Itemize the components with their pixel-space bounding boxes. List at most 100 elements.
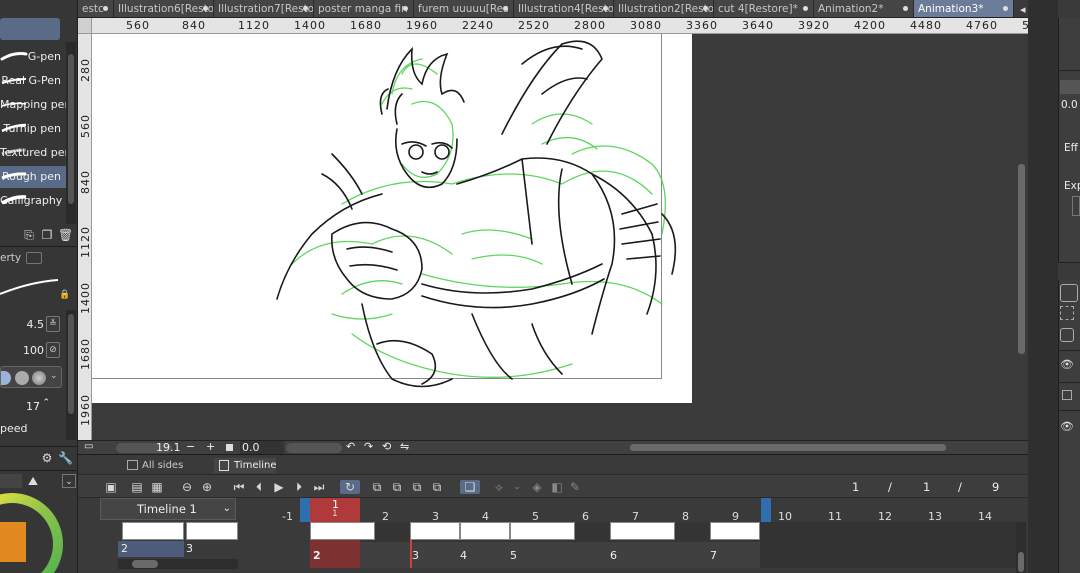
pressure-icon[interactable]: ≚ [46,316,60,332]
brush-shape-selector[interactable]: ⌄ [0,366,62,388]
layer-list-scrollbar[interactable] [118,559,238,569]
end-frame-marker[interactable] [761,498,771,522]
keyframe-edit-icon[interactable]: ◈ [530,480,544,494]
chevron-down-icon[interactable]: ⌄ [62,474,76,488]
timeline-name-select[interactable]: Timeline 1 ⌄ [100,498,236,520]
keyframe-icon[interactable]: ⟡ [492,480,506,494]
rotate-right-icon[interactable]: ↷ [364,440,373,453]
sub-tool-header[interactable] [0,18,60,40]
cel-thumbnail[interactable] [310,522,375,540]
new-cel-icon[interactable]: ⧉ [370,480,384,494]
opacity-value[interactable]: 100 [23,344,44,357]
tool-property-scrollbar[interactable] [66,310,76,440]
angle-value[interactable]: 0.0 [240,441,284,454]
loop-icon[interactable]: ↻ [340,480,360,494]
navigator-thumb[interactable] [1060,80,1080,94]
fill-icon[interactable]: ◧ [550,480,564,494]
color-tab[interactable] [0,474,22,488]
mask-icon[interactable] [1060,306,1074,320]
brush-size-value[interactable]: 4.5 [27,318,45,331]
duplicate-icon[interactable]: ⎘ [22,228,36,242]
tab-estc[interactable]: estc [78,0,114,17]
brush-shape-icon[interactable] [15,371,29,385]
cel-icon[interactable]: ⧉ [430,480,444,494]
frame-ruler[interactable]: -1 1 1 2 3 4 5 6 7 8 9 10 11 12 13 14 [240,498,1026,523]
first-frame-icon[interactable]: ⏮ [232,480,246,494]
fit-icon[interactable] [226,444,233,451]
canvas-horizontal-scrollbar[interactable] [630,444,946,451]
tab-animation2[interactable]: Animation2* [814,0,914,17]
zoom-in-icon[interactable]: + [206,440,215,453]
layer-thumbnail[interactable] [122,522,184,540]
frame-settings-icon[interactable]: ▤ [130,480,144,494]
cel-thumbnail[interactable] [510,522,575,540]
tab-poster-manga[interactable]: poster manga fin [314,0,414,17]
start-frame-marker[interactable] [300,498,310,522]
pen-icon[interactable]: ✎ [568,480,582,494]
cel-thumbnail[interactable] [710,522,760,540]
cel-thumbnail[interactable] [610,522,675,540]
tab-cut4[interactable]: cut 4[Restore]* [714,0,814,17]
rotate-slider[interactable] [286,443,342,453]
tab-illustration6[interactable]: Illustration6[Resto [114,0,214,17]
brush-mapping-pen[interactable]: Mapping pen [0,94,66,116]
tab-illustration2[interactable]: Illustration2[Resto [614,0,714,17]
brush-turnip-pen[interactable]: Turnip pen [0,118,66,140]
copy-icon[interactable]: ❐ [40,228,54,242]
tab-illustration4[interactable]: Illustration4[Resto [514,0,614,17]
expression-color-box[interactable] [1072,196,1080,216]
spinner-icon[interactable]: ⌃ [42,398,50,408]
play-icon[interactable]: ▶ [272,480,286,494]
trash-icon[interactable]: 🗑 [58,228,73,242]
settings-icon[interactable]: ⚙ [40,451,54,465]
rotate-left-icon[interactable]: ↶ [346,440,355,453]
brush-textured-pen[interactable]: Textured pen [0,142,66,164]
property-value[interactable]: 0.0 [1061,99,1078,111]
eye-icon[interactable]: 👁 [1060,420,1074,433]
onion-skin-icon[interactable]: ❏ [460,480,480,494]
tab-all-sides-view[interactable]: All sides view [122,458,208,486]
tab-animation3[interactable]: Animation3* [914,0,1014,17]
zoom-menu-icon[interactable]: ▭ [84,441,93,452]
cel-thumbnail[interactable] [460,522,510,540]
vertical-ruler[interactable]: 280 560 840 1120 1400 1680 1960 [78,18,92,440]
eye-icon[interactable]: 👁 [1060,358,1074,371]
horizontal-ruler[interactable]: 560 840 1120 1400 1680 1960 2240 2520 2800 3080 33… [92,18,1028,34]
timeline-vertical-scrollbar[interactable] [1016,522,1026,573]
brush-shape-icon[interactable] [32,371,46,385]
brush-calligraphy[interactable]: Calligraphy [0,190,66,212]
last-frame-icon[interactable]: ⏭ [312,480,326,494]
previous-frame-icon[interactable]: ⏴ [252,480,266,494]
brush-real-g-pen[interactable]: Real G-Pen [0,70,66,92]
frame-icon[interactable]: ▦ [150,480,164,494]
tab-furem[interactable]: furem uuuuu[Res [414,0,514,17]
reset-rotation-icon[interactable]: ⟲ [382,440,391,453]
mountain-icon[interactable]: ⛰ [26,474,40,488]
flip-icon[interactable]: ⇋ [400,440,409,453]
brush-list-scrollbar[interactable] [66,42,76,224]
cel-thumbnail[interactable] [410,522,460,540]
layer-tool-icon[interactable] [1060,284,1078,302]
zoom-out-icon[interactable]: − [186,440,195,453]
color-wheel[interactable] [0,492,64,573]
lock-icon[interactable]: 🔒 [58,288,72,302]
chevron-down-icon[interactable]: ⌄ [510,480,524,494]
chevron-down-icon[interactable]: ⌄ [223,499,231,519]
next-frame-icon[interactable]: ⏵ [292,480,306,494]
layer-checkbox[interactable] [1062,390,1072,400]
chevron-down-icon[interactable]: ⌄ [50,371,58,381]
layer-thumbnail[interactable] [186,522,238,540]
zoom-value[interactable]: 19.1 [156,441,181,454]
zoom-in-icon[interactable]: ⊕ [200,480,214,494]
specify-cel-icon[interactable]: ⧉ [410,480,424,494]
wrench-icon[interactable]: 🔧 [58,451,73,465]
brush-g-pen[interactable]: G-pen [0,46,66,68]
new-timeline-icon[interactable]: ▣ [104,480,118,494]
zoom-out-icon[interactable]: ⊖ [180,480,194,494]
stabilization-value[interactable]: 17 [26,400,40,413]
brush-shape-icon[interactable] [1,371,11,385]
canvas-vertical-scrollbar[interactable] [1015,34,1028,440]
sub-tool-detail-icon[interactable] [26,252,42,264]
tab-timeline[interactable]: Timeline [214,458,277,473]
tab-illustration7[interactable]: Illustration7[Resto [214,0,314,17]
